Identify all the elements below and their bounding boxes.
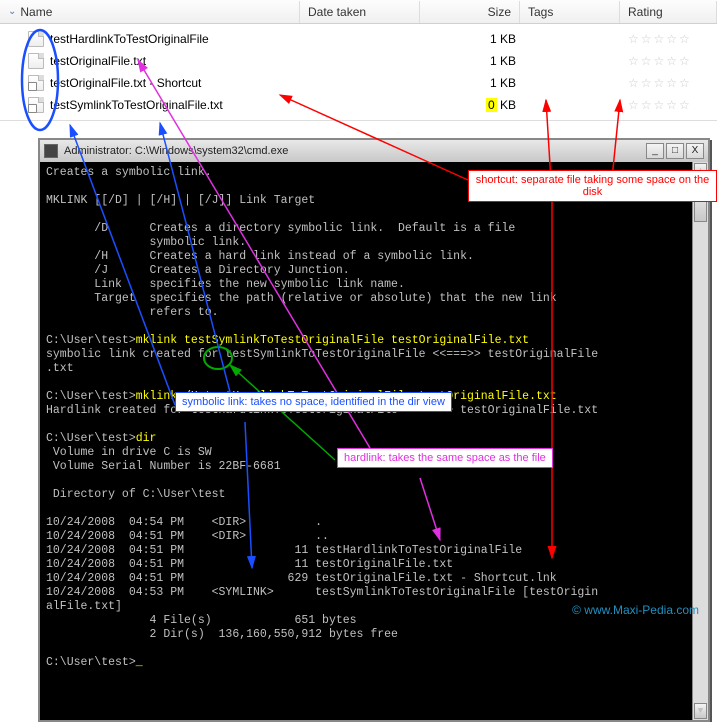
file-size: 1 KB bbox=[428, 32, 528, 46]
cmd-title-text: Administrator: C:\Windows\system32\cmd.e… bbox=[64, 145, 288, 157]
close-button[interactable]: X bbox=[686, 143, 704, 159]
cmd-titlebar[interactable]: Administrator: C:\Windows\system32\cmd.e… bbox=[40, 140, 708, 162]
rating-stars: ☆☆☆☆☆ bbox=[628, 54, 692, 68]
file-row[interactable]: testSymlinkToTestOriginalFile.txt 0 KB ☆☆☆… bbox=[0, 94, 717, 116]
col-date[interactable]: Date taken bbox=[300, 1, 420, 23]
annotation-hardlink: hardlink: takes the same space as the fi… bbox=[337, 448, 553, 468]
file-explorer: ⌄Name Date taken Size Tags Rating testHa… bbox=[0, 0, 717, 121]
cmd-icon bbox=[44, 144, 58, 158]
file-row[interactable]: testOriginalFile.txt 1 KB ☆☆☆☆☆ bbox=[0, 50, 717, 72]
file-name: testOriginalFile.txt bbox=[50, 54, 308, 68]
minimize-button[interactable]: _ bbox=[646, 143, 664, 159]
file-name: testHardlinkToTestOriginalFile bbox=[50, 32, 308, 46]
col-rating[interactable]: Rating bbox=[620, 1, 717, 23]
file-icon bbox=[28, 53, 44, 69]
file-row[interactable]: testHardlinkToTestOriginalFile 1 KB ☆☆☆☆☆ bbox=[0, 28, 717, 50]
file-icon bbox=[28, 97, 44, 113]
rating-stars: ☆☆☆☆☆ bbox=[628, 32, 692, 46]
file-icon bbox=[28, 31, 44, 47]
col-tags[interactable]: Tags bbox=[520, 1, 620, 23]
file-size: 1 KB bbox=[428, 54, 528, 68]
file-icon bbox=[28, 75, 44, 91]
cmd-window: Administrator: C:\Windows\system32\cmd.e… bbox=[38, 138, 710, 722]
cmd-scrollbar[interactable]: ▲ ▼ bbox=[692, 162, 708, 720]
annotation-shortcut: shortcut: separate file taking some spac… bbox=[468, 170, 717, 202]
file-row[interactable]: testOriginalFile.txt - Shortcut 1 KB ☆☆☆☆☆ bbox=[0, 72, 717, 94]
col-name[interactable]: ⌄Name bbox=[0, 1, 300, 23]
file-list: testHardlinkToTestOriginalFile1 KB☆☆☆☆☆t… bbox=[0, 24, 717, 120]
watermark: © www.Maxi-Pedia.com bbox=[572, 603, 699, 617]
col-size[interactable]: Size bbox=[420, 1, 520, 23]
scroll-down-icon[interactable]: ▼ bbox=[694, 703, 707, 719]
annotation-symlink: symbolic link: takes no space, identifie… bbox=[175, 392, 452, 412]
file-size: 0 KB bbox=[428, 98, 528, 112]
file-size: 1 KB bbox=[428, 76, 528, 90]
rating-stars: ☆☆☆☆☆ bbox=[628, 76, 692, 90]
cmd-body[interactable]: Creates a symbolic link. MKLINK [[/D] | … bbox=[40, 162, 708, 720]
file-name: testSymlinkToTestOriginalFile.txt bbox=[50, 98, 308, 112]
column-headers: ⌄Name Date taken Size Tags Rating bbox=[0, 0, 717, 24]
file-name: testOriginalFile.txt - Shortcut bbox=[50, 76, 308, 90]
maximize-button[interactable]: □ bbox=[666, 143, 684, 159]
sort-chevron-icon: ⌄ bbox=[8, 6, 16, 17]
rating-stars: ☆☆☆☆☆ bbox=[628, 98, 692, 112]
